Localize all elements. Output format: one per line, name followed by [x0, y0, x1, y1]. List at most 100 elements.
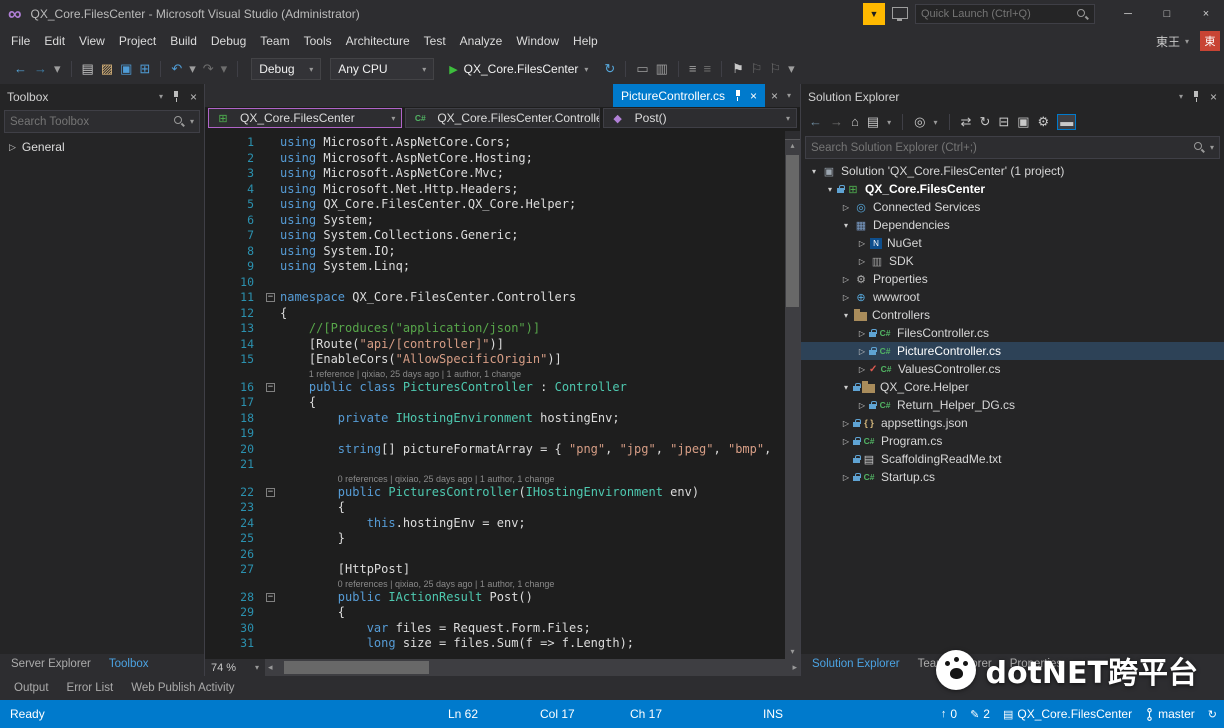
line-number[interactable]: 31: [205, 636, 265, 652]
tree-item-filescontroller-cs[interactable]: ▷ C# FilesController.cs: [801, 324, 1224, 342]
line-number[interactable]: 1: [205, 135, 265, 151]
navigate-to-icon[interactable]: ▭: [636, 62, 648, 76]
tree-item-wwwroot[interactable]: ▷ ⊕ wwwroot: [801, 288, 1224, 306]
window-menu-caret-icon[interactable]: ▾: [1179, 92, 1183, 101]
line-number[interactable]: 24: [205, 516, 265, 532]
tree-item-valuescontroller-cs[interactable]: ▷ ✓ C# ValuesController.cs: [801, 360, 1224, 378]
collapsed-arrow-icon[interactable]: ▷: [839, 293, 853, 302]
close-document-icon[interactable]: ×: [771, 89, 778, 103]
pin-tab-icon[interactable]: [733, 89, 742, 102]
type-dropdown[interactable]: C# QX_Core.FilesCenter.Controlle ▾: [405, 108, 600, 128]
collapsed-arrow-icon[interactable]: ▷: [839, 419, 853, 428]
tab-output[interactable]: Output: [5, 678, 58, 698]
code-line[interactable]: 12 {: [205, 306, 785, 322]
code-line[interactable]: 2 using Microsoft.AspNetCore.Hosting;: [205, 151, 785, 167]
collapse-box-icon[interactable]: −: [266, 382, 275, 392]
code-line[interactable]: 17 {: [205, 395, 785, 411]
code-line[interactable]: 10: [205, 275, 785, 291]
vertical-scrollbar[interactable]: ▴ ▾: [785, 131, 800, 659]
tree-item-return-helper-dg-cs[interactable]: ▷ C# Return_Helper_DG.cs: [801, 396, 1224, 414]
user-name[interactable]: 東王: [1156, 33, 1180, 50]
code-line[interactable]: 7 using System.Collections.Generic;: [205, 228, 785, 244]
menu-item-build[interactable]: Build: [163, 30, 204, 52]
collapsed-arrow-icon[interactable]: ▷: [855, 239, 869, 248]
code-line[interactable]: 28− public IActionResult Post(): [205, 590, 785, 606]
fold-margin[interactable]: −: [265, 380, 280, 396]
solution-search-box[interactable]: ▾: [805, 136, 1220, 159]
redo-caret-icon[interactable]: ▾: [221, 62, 228, 76]
tab-web-publish-activity[interactable]: Web Publish Activity: [122, 678, 243, 698]
navigate-backward-icon[interactable]: ←: [14, 62, 27, 76]
maximize-button[interactable]: □: [1151, 2, 1183, 26]
search-options-caret-icon[interactable]: ▾: [190, 117, 194, 126]
se-preview-selected-items-icon[interactable]: ▬: [1057, 114, 1077, 130]
line-number[interactable]: 26: [205, 547, 265, 563]
line-number[interactable]: 20: [205, 442, 265, 458]
navigation-caret-icon[interactable]: ▾: [54, 62, 61, 76]
codelens-annotation[interactable]: 1 reference | qixiao, 25 days ago | 1 au…: [205, 368, 785, 380]
save-all-icon[interactable]: ⊞: [139, 62, 150, 76]
tree-item-connected-services[interactable]: ▷ ◎ Connected Services: [801, 198, 1224, 216]
expanded-arrow-icon[interactable]: ▾: [839, 221, 853, 230]
code-line[interactable]: 5 using QX_Core.FilesCenter.QX_Core.Helpe…: [205, 197, 785, 213]
toolbox-search-input[interactable]: [10, 115, 169, 128]
close-tab-icon[interactable]: ×: [750, 89, 757, 103]
se-pending-changes-filter-icon-caret[interactable]: ▾: [934, 118, 938, 127]
user-caret-icon[interactable]: ▾: [1185, 37, 1189, 46]
line-number[interactable]: 10: [205, 275, 265, 291]
window-menu-caret-icon[interactable]: ▾: [159, 92, 163, 101]
code-line[interactable]: 25 }: [205, 531, 785, 547]
tree-item-qx-core-helper[interactable]: ▾ QX_Core.Helper: [801, 378, 1224, 396]
line-number[interactable]: 9: [205, 259, 265, 275]
se-switch-views-icon[interactable]: ▤: [867, 115, 879, 129]
status-insert-mode[interactable]: INS: [763, 707, 783, 721]
tab-toolbox[interactable]: Toolbox: [100, 654, 158, 676]
collapse-arrow-icon[interactable]: ▷: [9, 142, 16, 153]
line-number[interactable]: 25: [205, 531, 265, 547]
tree-item-startup-cs[interactable]: ▷ C# Startup.cs: [801, 468, 1224, 486]
collapse-box-icon[interactable]: −: [266, 592, 275, 602]
code-line[interactable]: 11− namespace QX_Core.FilesCenter.Control…: [205, 290, 785, 306]
save-icon[interactable]: ▣: [120, 62, 132, 76]
pin-window-icon[interactable]: [172, 90, 181, 103]
se-forward-icon[interactable]: →: [830, 115, 843, 129]
line-number[interactable]: 12: [205, 306, 265, 322]
status-refresh[interactable]: ↻: [1208, 708, 1217, 721]
tree-item-program-cs[interactable]: ▷ C# Program.cs: [801, 432, 1224, 450]
member-dropdown[interactable]: ◆ Post() ▾: [602, 108, 797, 128]
line-number[interactable]: 27: [205, 562, 265, 578]
redo-icon[interactable]: ↷: [203, 62, 214, 76]
scroll-right-icon[interactable]: ▸: [789, 659, 800, 676]
navigate-forward-icon[interactable]: →: [34, 62, 47, 76]
tree-item-appsettings-json[interactable]: ▷ { } appsettings.json: [801, 414, 1224, 432]
menu-item-window[interactable]: Window: [509, 30, 566, 52]
vertical-scrollbar-thumb[interactable]: [786, 155, 799, 307]
open-file-icon[interactable]: ▨: [101, 62, 113, 76]
code-line[interactable]: 15 [EnableCors("AllowSpecificOrigin")]: [205, 352, 785, 368]
collapse-box-icon[interactable]: −: [266, 487, 275, 497]
fold-margin[interactable]: −: [265, 590, 280, 606]
tree-item-solution-qx-core-filescenter-1-project[interactable]: ▾ ▣ Solution 'QX_Core.FilesCenter' (1 proj…: [801, 162, 1224, 180]
git-unpushed-commits[interactable]: ↑ 0: [941, 707, 957, 721]
line-number[interactable]: 23: [205, 500, 265, 516]
close-button[interactable]: ×: [1190, 2, 1222, 26]
code-line[interactable]: 6 using System;: [205, 213, 785, 229]
code-line[interactable]: 8 using System.IO;: [205, 244, 785, 260]
user-avatar-badge[interactable]: 東: [1200, 31, 1220, 51]
menu-item-architecture[interactable]: Architecture: [339, 30, 417, 52]
tab-picturecontroller-cs[interactable]: PictureController.cs ×: [613, 84, 766, 107]
quick-launch-input[interactable]: [921, 8, 1076, 20]
expanded-arrow-icon[interactable]: ▾: [823, 185, 837, 194]
code-line[interactable]: 29 {: [205, 605, 785, 621]
code-line[interactable]: 16− public class PicturesController : Co…: [205, 380, 785, 396]
line-number[interactable]: 4: [205, 182, 265, 198]
code-line[interactable]: 22− public PicturesController(IHostingEn…: [205, 485, 785, 501]
line-number[interactable]: 14: [205, 337, 265, 353]
collapsed-arrow-icon[interactable]: ▷: [855, 329, 869, 338]
collapsed-arrow-icon[interactable]: ▷: [855, 257, 869, 266]
line-number[interactable]: 30: [205, 621, 265, 637]
code-line[interactable]: 4 using Microsoft.Net.Http.Headers;: [205, 182, 785, 198]
line-number[interactable]: 15: [205, 352, 265, 368]
git-uncommitted-edits[interactable]: ✎ 2: [970, 707, 990, 721]
collapsed-arrow-icon[interactable]: ▷: [839, 203, 853, 212]
